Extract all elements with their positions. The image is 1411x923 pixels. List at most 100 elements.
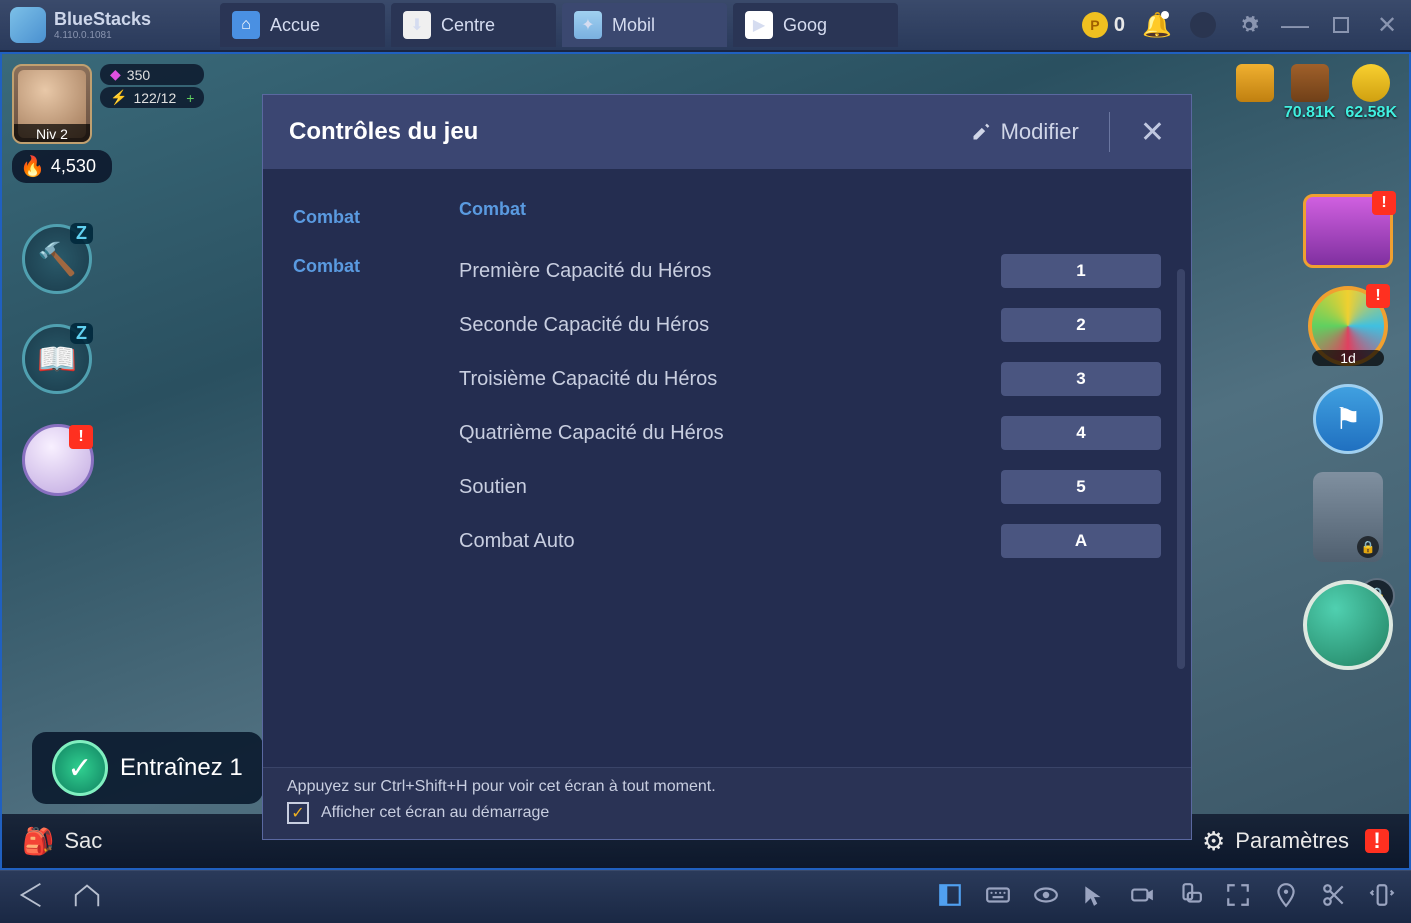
alert-badge: ! xyxy=(1366,284,1390,308)
bag-icon: 🎒 xyxy=(22,826,54,857)
power-stat[interactable]: 🔥4,530 xyxy=(12,150,112,183)
power-icon: 🔥 xyxy=(20,154,45,179)
home-icon: ⌂ xyxy=(232,11,260,39)
resource-food[interactable] xyxy=(1236,64,1274,122)
wheel-button[interactable]: !1d xyxy=(1308,286,1388,366)
account-icon[interactable] xyxy=(1189,11,1217,39)
cursor-icon[interactable] xyxy=(1081,882,1107,913)
tower-button[interactable]: 🔒 xyxy=(1313,472,1383,562)
app-name: BlueStacks xyxy=(54,9,151,30)
tab-home[interactable]: ⌂ Accue xyxy=(220,3,385,47)
control-label: Seconde Capacité du Héros xyxy=(459,314,709,337)
minimize-button[interactable]: — xyxy=(1281,11,1309,39)
flag-button[interactable]: ⚑ xyxy=(1313,384,1383,454)
chest-button[interactable]: ! xyxy=(1303,194,1393,268)
rotate-icon[interactable] xyxy=(1177,882,1203,913)
hammer-icon: 🔨 xyxy=(37,240,77,278)
bag-button[interactable]: 🎒Sac xyxy=(22,826,102,857)
hero-level: Niv 2 xyxy=(14,124,90,144)
footer-hint: Appuyez sur Ctrl+Shift+H pour voir cet é… xyxy=(287,778,1167,796)
tab-label: Accue xyxy=(270,15,320,36)
modify-button[interactable]: Modifier xyxy=(971,119,1079,145)
hud-top-left: Niv 2 ◆350 ⚡122/12+ xyxy=(12,64,204,144)
dialog-content: Combat Première Capacité du Héros1 Secon… xyxy=(433,169,1191,767)
settings-button[interactable]: ⚙Paramètres! xyxy=(1202,826,1389,857)
play-icon: ▶ xyxy=(745,11,773,39)
control-label: Troisième Capacité du Héros xyxy=(459,368,717,391)
back-icon[interactable] xyxy=(16,880,46,915)
hero-avatar[interactable]: Niv 2 xyxy=(12,64,92,144)
dialog-title: Contrôles du jeu xyxy=(289,118,951,146)
key-input[interactable]: 5 xyxy=(1001,470,1161,504)
close-icon[interactable]: ✕ xyxy=(1140,115,1165,150)
settings-icon[interactable] xyxy=(1235,11,1263,39)
check-icon: ✓ xyxy=(52,740,108,796)
key-input[interactable]: 4 xyxy=(1001,416,1161,450)
camera-icon[interactable] xyxy=(1129,882,1155,913)
alert-badge: ! xyxy=(69,425,93,449)
show-on-startup-row[interactable]: ✓ Afficher cet écran au démarrage xyxy=(287,802,1167,824)
notifications-icon[interactable]: 🔔 xyxy=(1143,11,1171,39)
gear-icon: ⚙ xyxy=(1202,826,1225,857)
train-button[interactable]: ✓ Entraînez 1 xyxy=(32,732,263,804)
checkbox[interactable]: ✓ xyxy=(287,802,309,824)
checkbox-label: Afficher cet écran au démarrage xyxy=(321,804,549,822)
game-icon: ✦ xyxy=(574,11,602,39)
scrollbar[interactable] xyxy=(1177,269,1185,669)
build-button[interactable]: 🔨Z xyxy=(22,224,92,294)
world-button[interactable] xyxy=(1303,580,1393,670)
companion-avatar[interactable]: ! xyxy=(22,424,94,496)
energy-stat[interactable]: ⚡122/12+ xyxy=(100,87,204,108)
fullscreen-icon[interactable] xyxy=(1225,882,1251,913)
wood-icon xyxy=(1291,64,1329,102)
control-label: Quatrième Capacité du Héros xyxy=(459,422,724,445)
dialog-footer: Appuyez sur Ctrl+Shift+H pour voir cet é… xyxy=(263,767,1191,839)
bluestacks-logo-icon xyxy=(10,7,46,43)
lock-icon: 🔒 xyxy=(1357,536,1379,558)
shake-icon[interactable] xyxy=(1369,882,1395,913)
key-input[interactable]: 3 xyxy=(1001,362,1161,396)
tab-appcenter[interactable]: ⬇ Centre xyxy=(391,3,556,47)
key-input[interactable]: 2 xyxy=(1001,308,1161,342)
right-action-buttons: ! !1d ⚑ 🔒 xyxy=(1303,194,1393,670)
control-label: Combat Auto xyxy=(459,530,575,553)
tab-game[interactable]: ✦ Mobil xyxy=(562,3,727,47)
location-icon[interactable] xyxy=(1273,882,1299,913)
control-label: Soutien xyxy=(459,476,527,499)
app-logo-area: BlueStacks 4.110.0.1081 xyxy=(10,7,220,43)
dialog-header: Contrôles du jeu Modifier ✕ xyxy=(263,95,1191,169)
toggle-sidebar-icon[interactable] xyxy=(937,882,963,913)
resource-gold[interactable]: 62.58K xyxy=(1345,64,1397,122)
left-action-buttons: 🔨Z 📖Z ! xyxy=(22,224,94,496)
tab-label: Mobil xyxy=(612,15,655,36)
eye-icon[interactable] xyxy=(1033,882,1059,913)
coin-icon: P xyxy=(1082,12,1108,38)
bolt-icon: ⚡ xyxy=(110,89,127,106)
keyboard-icon[interactable] xyxy=(985,882,1011,913)
key-input[interactable]: 1 xyxy=(1001,254,1161,288)
tab-google[interactable]: ▶ Goog xyxy=(733,3,898,47)
tab-label: Centre xyxy=(441,15,495,36)
pencil-icon xyxy=(971,122,991,142)
app-version: 4.110.0.1081 xyxy=(54,30,151,41)
section-title: Combat xyxy=(459,199,1161,220)
tab-label: Goog xyxy=(783,15,827,36)
gems-stat[interactable]: ◆350 xyxy=(100,64,204,85)
gold-icon xyxy=(1352,64,1390,102)
alert-badge: ! xyxy=(1372,191,1396,215)
close-button[interactable]: ✕ xyxy=(1373,11,1401,39)
gem-icon: ◆ xyxy=(110,66,121,83)
scissors-icon[interactable] xyxy=(1321,882,1347,913)
flag-icon: ⚑ xyxy=(1335,402,1362,437)
research-button[interactable]: 📖Z xyxy=(22,324,92,394)
coin-balance[interactable]: P 0 xyxy=(1082,12,1125,38)
home-icon[interactable] xyxy=(72,880,102,915)
sidebar-item-combat-2[interactable]: Combat xyxy=(263,242,433,291)
key-input[interactable]: A xyxy=(1001,524,1161,558)
titlebar: BlueStacks 4.110.0.1081 ⌂ Accue ⬇ Centre ✦… xyxy=(0,0,1411,52)
sidebar-item-combat[interactable]: Combat xyxy=(263,193,433,242)
store-icon: ⬇ xyxy=(403,11,431,39)
bottom-bar xyxy=(0,870,1411,923)
maximize-button[interactable] xyxy=(1327,11,1355,39)
resource-wood[interactable]: 70.81K xyxy=(1284,64,1336,122)
